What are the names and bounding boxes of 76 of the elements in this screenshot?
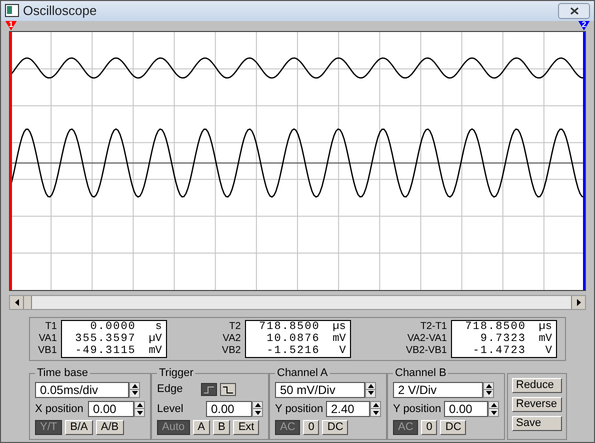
falling-edge-button[interactable] — [220, 383, 236, 396]
action-button[interactable]: Reduce — [512, 378, 562, 392]
scroll-left-button[interactable] — [10, 296, 24, 308]
readout-value: 355.3597 — [74, 332, 137, 344]
readout-value: 718.8500 — [464, 320, 527, 332]
readout-label: VA2 — [222, 332, 241, 344]
action-button[interactable]: Save — [512, 416, 562, 430]
readout-value: 718.8500 — [258, 320, 321, 332]
field-label: Level — [157, 402, 184, 416]
readout-unit: µV — [148, 332, 162, 344]
value-field[interactable]: 50 mV/Div — [275, 382, 365, 398]
window-icon — [5, 4, 19, 18]
readout-label: T2 — [229, 320, 241, 332]
readout-label: VB2 — [222, 344, 241, 356]
close-icon — [570, 6, 578, 15]
value-field[interactable]: 0.00 — [88, 400, 134, 417]
readout-label: VA2-VA1 — [407, 332, 447, 344]
readout-unit: µs — [332, 320, 346, 332]
mode-button[interactable]: 0 — [303, 420, 320, 435]
field-label: Edge — [157, 382, 183, 398]
readout-value: -1.4723 — [472, 344, 527, 356]
cursor-marker[interactable]: 1 — [5, 20, 17, 30]
readout-unit: mV — [332, 332, 346, 344]
field-label: Y position — [275, 402, 324, 416]
readout-value: -1.5216 — [266, 344, 321, 356]
spinner-icon[interactable] — [370, 400, 381, 417]
readout-value: 10.0876 — [266, 332, 321, 344]
spinner-icon[interactable] — [365, 382, 376, 398]
group-title: Trigger — [157, 366, 196, 380]
field-label: X position — [35, 402, 84, 416]
scrollbar[interactable] — [9, 294, 586, 310]
readout-unit: mV — [538, 332, 552, 344]
mode-button[interactable]: B/A — [65, 420, 93, 435]
readout-label: VB2-VB1 — [406, 344, 447, 356]
cursor-marker[interactable]: 2 — [578, 20, 590, 30]
left-arrow-icon — [14, 298, 18, 306]
spinner-icon[interactable] — [134, 400, 145, 417]
mode-button[interactable]: DC — [322, 420, 348, 435]
spinner-icon[interactable] — [483, 382, 494, 398]
readout-label: VB1 — [38, 344, 57, 356]
close-button[interactable] — [558, 2, 590, 19]
scroll-thumb[interactable] — [24, 296, 32, 308]
value-field[interactable]: 2.40 — [326, 400, 370, 417]
mode-button[interactable]: DC — [440, 420, 466, 435]
spinner-icon[interactable] — [488, 400, 499, 417]
spinner-icon[interactable] — [129, 382, 140, 398]
mode-button[interactable]: B — [212, 420, 230, 435]
value-field[interactable]: 2 V/Div — [393, 382, 483, 398]
readout-value: -49.3115 — [74, 344, 137, 356]
value-field[interactable]: 0.05ms/div — [35, 382, 129, 398]
mode-button[interactable]: A — [192, 420, 210, 435]
readout-unit: V — [338, 344, 346, 356]
readout-unit: s — [154, 320, 162, 332]
window-title: Oscilloscope — [23, 2, 97, 20]
rising-edge-button[interactable] — [200, 383, 217, 396]
readout-label: T1 — [45, 320, 57, 332]
readout-label: T2-T1 — [420, 320, 447, 332]
group-title: Time base — [35, 366, 90, 380]
spinner-icon[interactable] — [252, 400, 263, 417]
mode-button[interactable]: A/B — [96, 420, 124, 435]
readout-unit: mV — [148, 344, 162, 356]
value-field[interactable]: 0.00 — [444, 400, 488, 417]
readout-label: VA1 — [38, 332, 57, 344]
action-button[interactable]: Reverse — [512, 396, 562, 412]
readout-value: 9.7323 — [479, 332, 527, 344]
value-field[interactable]: 0.00 — [206, 400, 252, 417]
scroll-right-button[interactable] — [571, 296, 585, 308]
group-title: Channel A — [275, 366, 330, 380]
right-arrow-icon — [576, 298, 580, 306]
group-title: Channel B — [393, 366, 448, 380]
readout-value: 0.0000 — [89, 320, 137, 332]
mode-button[interactable]: Ext — [233, 420, 260, 435]
readout-unit: µs — [538, 320, 552, 332]
mode-button[interactable]: 0 — [421, 420, 438, 435]
field-label: Y position — [393, 402, 442, 416]
readout-unit: V — [544, 344, 552, 356]
